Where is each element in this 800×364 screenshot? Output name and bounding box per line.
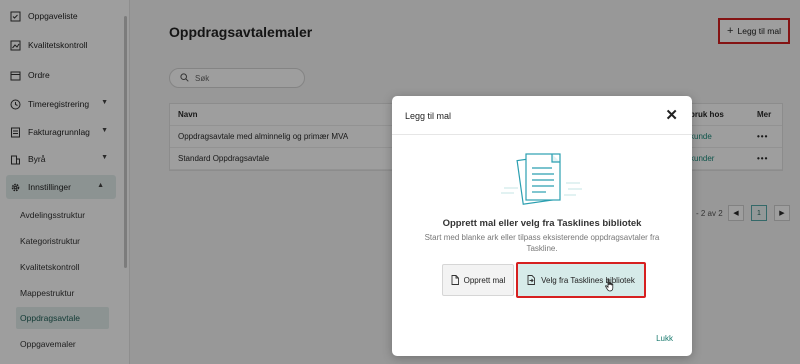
close-button[interactable]: Lukk: [656, 334, 673, 343]
dialog-description: Start med blanke ark eller tilpass eksis…: [424, 233, 660, 253]
documents-illustration-icon: [496, 148, 586, 208]
document-icon: [451, 275, 459, 285]
dialog-title: Legg til mal: [405, 111, 452, 121]
dialog-divider: [392, 134, 692, 135]
close-icon[interactable]: ✕: [665, 106, 678, 124]
document-import-icon: [527, 275, 536, 285]
choose-from-library-label: Velg fra Tasklines bibliotek: [541, 275, 635, 285]
add-template-dialog: Legg til mal ✕ Opprett mal eller velg fr…: [392, 96, 692, 356]
hand-cursor-icon: [604, 278, 616, 294]
create-template-label: Opprett mal: [463, 275, 506, 285]
choose-from-library-button[interactable]: Velg fra Tasklines bibliotek: [516, 262, 646, 298]
create-template-button[interactable]: Opprett mal: [442, 264, 514, 296]
dialog-heading: Opprett mal eller velg fra Tasklines bib…: [442, 218, 642, 229]
